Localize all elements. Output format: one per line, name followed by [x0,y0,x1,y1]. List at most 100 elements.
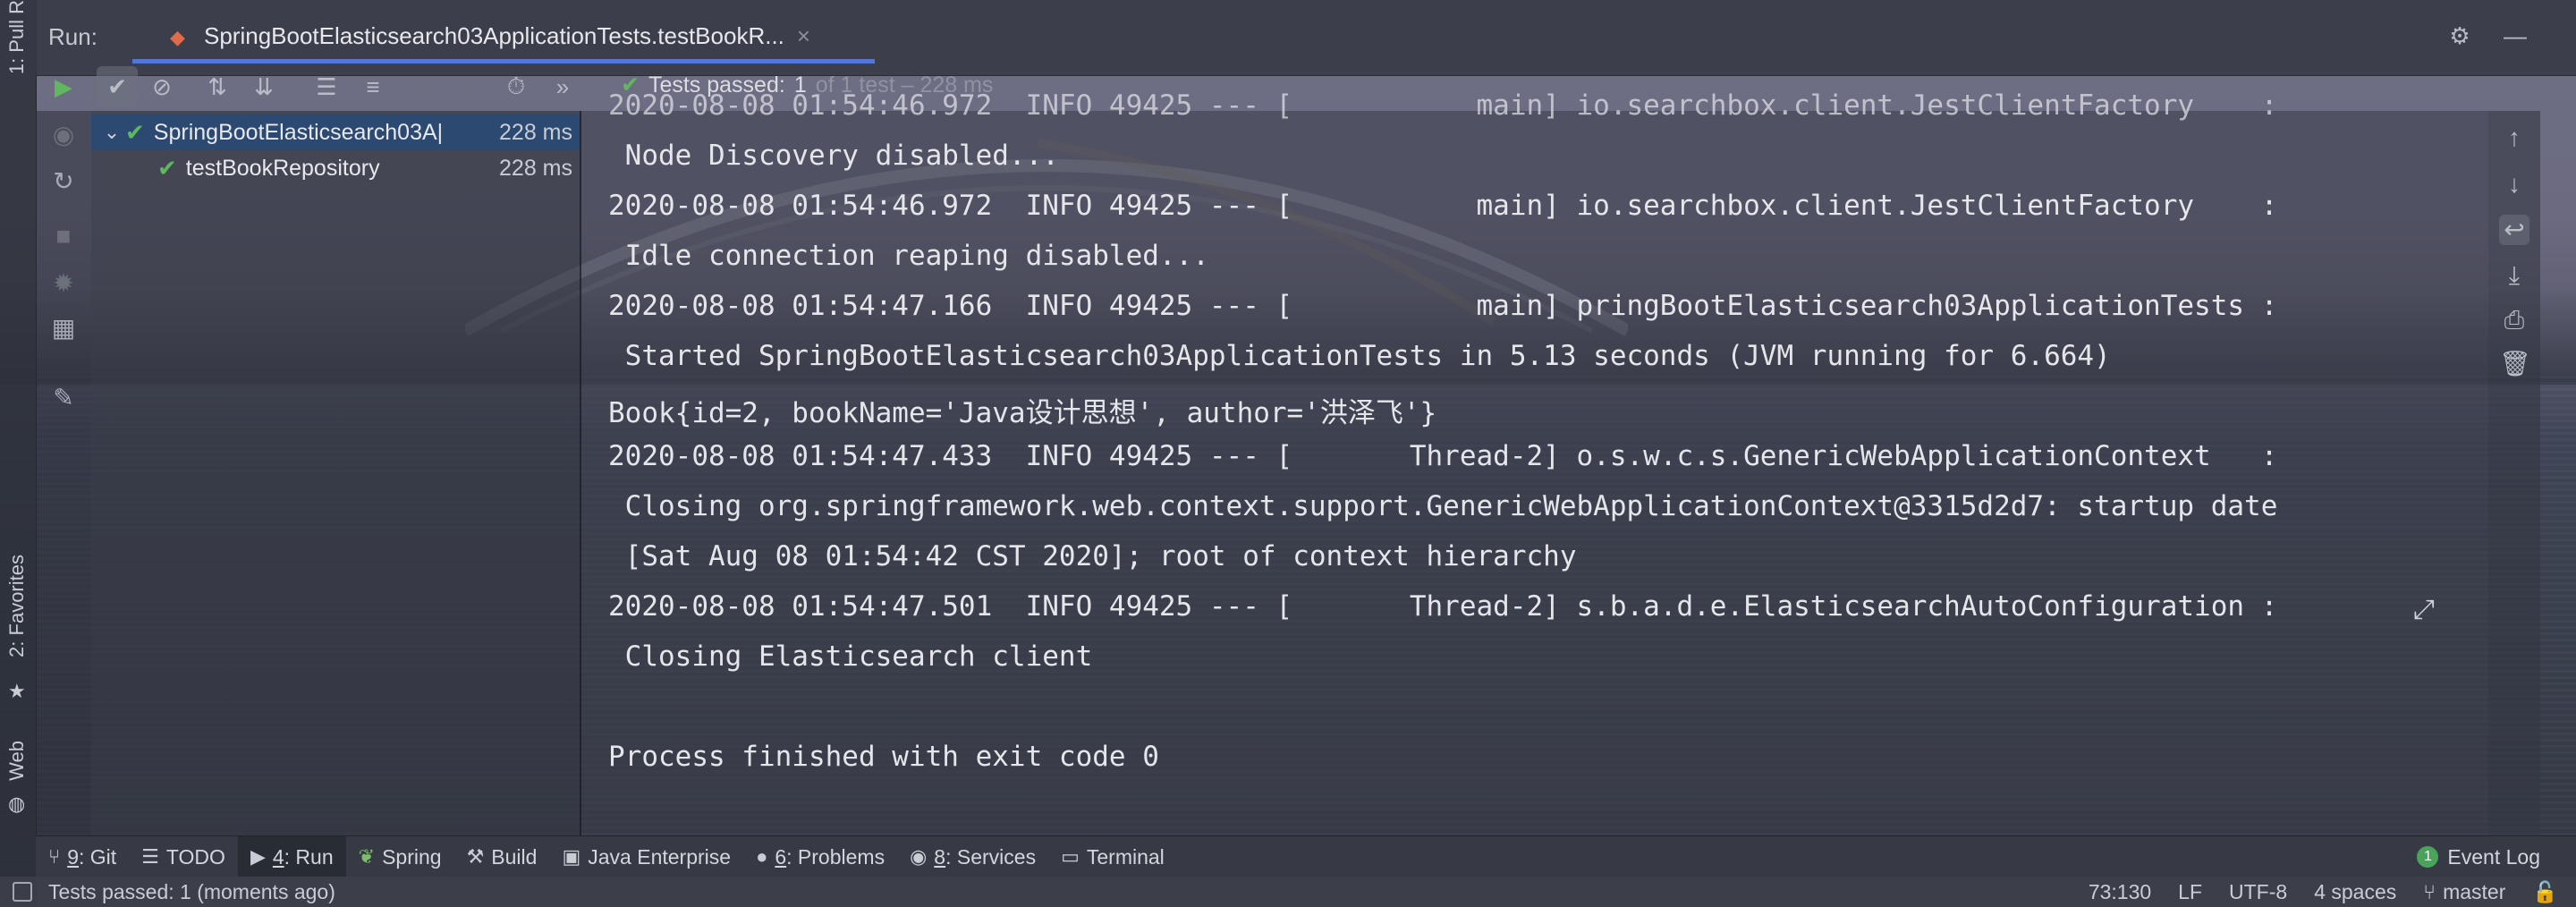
services-icon: ◉ [910,845,928,868]
trash-icon[interactable]: 🗑 [2499,349,2531,379]
tab-label: Java Enterprise [588,844,732,869]
scroll-up-icon[interactable]: ↑ [2499,123,2529,154]
tab-label: : Services [945,844,1037,869]
console-line: 2020-08-08 01:54:46.972 INFO 49425 --- [… [608,89,2278,122]
previous-failed-icon[interactable]: ↑ [408,66,449,107]
test-history-icon[interactable]: ⏱ [496,66,537,107]
caret-position[interactable]: 73:130 [2089,880,2151,904]
tab-shortcut: 4 [272,844,284,869]
info-icon: ● [756,845,768,868]
console-line: Closing Elasticsearch client [608,640,1093,673]
tab-build[interactable]: ⚒ Build [454,836,550,877]
close-tab-icon[interactable]: × [797,22,810,50]
tab-spring[interactable]: ❦ Spring [346,836,454,877]
collapse-all-icon[interactable]: ≡ [352,66,394,107]
show-passed-toggle[interactable]: ✔ [97,66,138,107]
show-ignored-toggle[interactable]: ⊘ [141,66,182,107]
run-tool-window-header: Run: ◆ SpringBootElasticsearch03Applicat… [36,0,2576,76]
soft-wrap-icon[interactable]: ↩ [2499,215,2529,245]
file-encoding[interactable]: UTF-8 [2229,880,2287,904]
console-line: 2020-08-08 01:54:47.501 INFO 49425 --- [… [608,590,2278,623]
console-line: Node Discovery disabled... [608,140,1059,172]
toggle-tool-windows-icon[interactable] [13,882,32,902]
tab-label: Spring [382,844,442,869]
spring-leaf-icon: ❦ [358,845,376,868]
chevron-down-icon[interactable]: ⌄ [98,121,125,144]
test-class-name: SpringBootElasticsearch03A| [153,119,444,145]
test-method-name: testBookRepository [185,155,380,181]
more-actions-icon[interactable]: » [549,66,576,107]
run-tab-title: SpringBootElasticsearch03ApplicationTest… [204,21,784,49]
tab-label: Build [491,844,538,869]
tab-label: : Run [284,844,334,869]
web-tab[interactable]: Web [5,741,29,781]
tree-row-test-class[interactable]: ⌄ ✔ SpringBootElasticsearch03A| 228 ms [91,114,580,150]
layout-icon[interactable]: ▦ [48,313,79,343]
toggle-auto-test-icon[interactable]: ■ [48,222,79,252]
event-log-button[interactable]: 1 Event Log [2417,845,2540,869]
tab-label: : Problems [786,844,886,869]
console-side-tools: ↑ ↓ ↩ ⤓ ⎙ 🗑 [2488,111,2540,835]
console-output[interactable]: 2020-08-08 01:54:46.972 INFO 49425 --- [… [581,89,2488,832]
git-branch-icon: ⑂ [2423,879,2436,903]
pull-requests-tab[interactable]: 1: Pull R [5,0,29,74]
hammer-icon: ⚒ [466,845,485,868]
minimize-icon[interactable]: — [2497,18,2533,54]
settings-gear-icon[interactable]: ⚙ [2442,18,2478,54]
tab-todo[interactable]: ☰ TODO [129,836,238,877]
pin-tab-icon[interactable]: ✎ [48,383,79,413]
expand-all-icon[interactable]: ☰ [306,66,347,107]
test-class-duration: 228 ms [499,119,572,145]
git-branch-name: master [2443,879,2506,903]
git-branch-widget[interactable]: ⑂ master [2423,880,2505,904]
terminal-icon: ▭ [1061,845,1080,868]
left-tool-strip: 1: Pull R 2: Favorites ★ Web ◍ [0,0,37,907]
tab-problems[interactable]: ● 6: Problems [743,836,897,877]
sort-alphabetically-icon[interactable]: ⇅ [197,66,238,107]
event-log-label: Event Log [2447,844,2540,869]
console-line: Process finished with exit code 0 [608,741,1159,773]
status-bar: Tests passed: 1 (moments ago) 73:130 LF … [0,877,2576,907]
tab-terminal[interactable]: ▭ Terminal [1048,836,1177,877]
console-line: Book{id=2, bookName='Java设计思想', author='… [608,397,1437,429]
passed-check-icon: ✔ [125,118,145,146]
tab-git[interactable]: ⑂ 9: Git [36,836,129,877]
line-separator[interactable]: LF [2178,880,2202,904]
console-line: Started SpringBootElasticsearch03Applica… [608,340,2111,372]
favorites-tab[interactable]: 2: Favorites [5,555,29,657]
status-message[interactable]: Tests passed: 1 (moments ago) [48,880,335,904]
git-branch-icon: ⑂ [48,845,61,868]
tab-shortcut: 9 [67,844,79,869]
star-icon: ★ [8,680,26,702]
next-failed-icon[interactable]: ↓ [449,66,490,107]
event-count-badge: 1 [2417,846,2439,868]
rerun-failed-icon[interactable]: ↻ [48,166,79,197]
debug-icon[interactable]: ✹ [48,268,79,299]
run-label: Run: [48,23,97,50]
tab-shortcut: 6 [775,844,787,869]
indent-setting[interactable]: 4 spaces [2314,880,2396,904]
tab-run[interactable]: ▶ 4: Run [237,836,346,877]
rerun-button[interactable]: ▶ [43,66,84,107]
scroll-to-end-icon[interactable]: ⤓ [2499,261,2529,292]
tree-row-test-method[interactable]: ✔ testBookRepository 228 ms [91,150,580,186]
resize-arrow-icon[interactable]: ⤢ [2413,594,2435,625]
stop-icon[interactable]: ◉ [48,120,79,150]
console-line: 2020-08-08 01:54:46.972 INFO 49425 --- [… [608,190,2278,222]
run-icon: ▶ [250,845,266,868]
list-icon: ☰ [141,845,159,868]
java-enterprise-icon: ▣ [562,845,581,868]
console-line: Idle connection reaping disabled... [608,240,1209,272]
scroll-down-icon[interactable]: ↓ [2499,170,2529,200]
sort-by-duration-icon[interactable]: ⇊ [243,66,284,107]
test-method-duration: 228 ms [499,155,572,181]
tab-java-enterprise[interactable]: ▣ Java Enterprise [549,836,743,877]
run-configuration-tab[interactable]: ◆ SpringBootElasticsearch03ApplicationTe… [132,13,875,64]
lock-icon[interactable]: 🔓 [2532,880,2558,904]
tab-services[interactable]: ◉ 8: Services [897,836,1048,877]
console-line: Closing org.springframework.web.context.… [608,490,2278,522]
test-config-icon: ◆ [170,26,185,48]
tool-window-bar: ⑂ 9: Git ☰ TODO ▶ 4: Run ❦ Spring ⚒ Buil… [36,835,2576,877]
print-icon[interactable]: ⎙ [2499,306,2529,336]
console-line: [Sat Aug 08 01:54:42 CST 2020]; root of … [608,540,1577,572]
